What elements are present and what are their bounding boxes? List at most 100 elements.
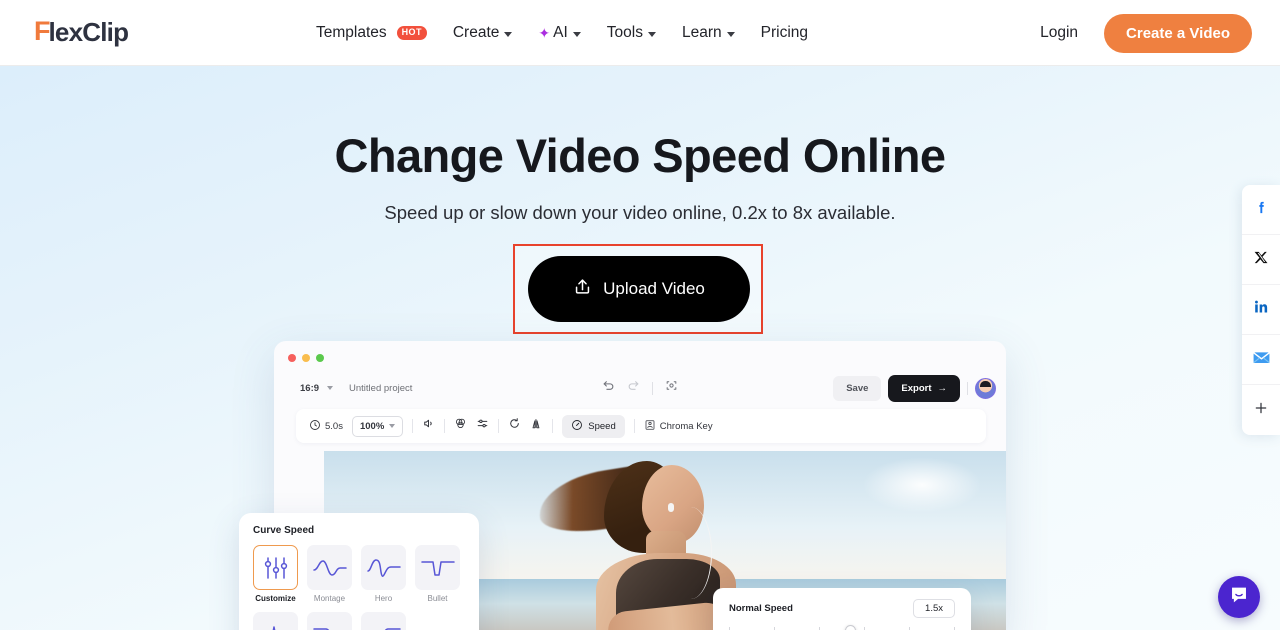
- curve-preset-flash-out[interactable]: Flash Out: [361, 612, 406, 630]
- chevron-down-icon: [572, 31, 581, 37]
- nav-label-tools: Tools: [606, 24, 643, 41]
- editor-tool-bar: 5.0s 100% Speed Chroma Key: [296, 409, 986, 443]
- curve-thumb-bullet: [415, 545, 460, 590]
- divider: [652, 381, 653, 395]
- nav-label-pricing: Pricing: [760, 24, 809, 41]
- nav-item-create[interactable]: Create: [453, 24, 513, 42]
- flip-icon[interactable]: [530, 417, 543, 435]
- curve-label-hero: Hero: [374, 594, 393, 603]
- aspect-ratio-value: 16:9: [300, 382, 320, 394]
- divider: [498, 419, 500, 433]
- adjust-sliders-icon[interactable]: [476, 417, 489, 435]
- email-icon: [1252, 348, 1271, 372]
- curve-preset-montage[interactable]: Montage: [307, 545, 352, 603]
- clip-duration[interactable]: 5.0s: [309, 419, 343, 434]
- curve-thumb-customize: [253, 545, 298, 590]
- chevron-down-icon: [647, 31, 656, 37]
- logo-wordmark: lexClip: [48, 16, 129, 47]
- divider: [552, 419, 554, 433]
- speed-tool-label: Speed: [588, 420, 616, 432]
- editor-top-bar: 16:9 Untitled project Save Export →: [274, 370, 1006, 406]
- curve-preset-customize[interactable]: Customize: [253, 545, 298, 603]
- close-icon: [288, 354, 296, 362]
- zoom-level-select[interactable]: 100%: [351, 415, 404, 437]
- x-twitter-icon: [1254, 250, 1269, 270]
- logo-mark-icon: F: [34, 16, 50, 46]
- maximize-icon: [316, 354, 324, 362]
- normal-speed-title: Normal Speed: [729, 603, 793, 614]
- slider-handle[interactable]: [845, 625, 856, 630]
- top-navigation-bar: F lexClip Templates HOT Create ✦ AI Tool…: [0, 0, 1280, 66]
- page-subtitle: Speed up or slow down your video online,…: [384, 202, 896, 223]
- clip-duration-value: 5.0s: [325, 420, 343, 432]
- curve-speed-title: Curve Speed: [253, 525, 315, 536]
- login-button[interactable]: Login: [1024, 16, 1094, 50]
- curve-label-bullet: Bullet: [427, 594, 448, 603]
- nav-item-tools[interactable]: Tools: [607, 24, 656, 42]
- volume-icon[interactable]: [422, 417, 435, 435]
- project-name[interactable]: Untitled project: [349, 383, 412, 394]
- upload-video-button[interactable]: Upload Video: [528, 256, 750, 322]
- redo-icon[interactable]: [627, 379, 640, 397]
- canvas-sun-glow: [862, 457, 982, 513]
- plus-icon: [1253, 400, 1269, 421]
- chroma-key-label: Chroma Key: [659, 420, 713, 432]
- nav-item-ai[interactable]: ✦ AI: [538, 24, 581, 42]
- editor-project-info: 16:9 Untitled project: [300, 383, 412, 394]
- curve-thumb-flash-in: [307, 612, 352, 630]
- chevron-down-icon: [726, 31, 735, 37]
- share-facebook-button[interactable]: [1242, 185, 1280, 235]
- chroma-key-icon: [644, 419, 656, 434]
- linkedin-icon: [1253, 299, 1269, 320]
- chevron-down-icon: [504, 31, 513, 37]
- chevron-down-icon[interactable]: [327, 386, 334, 390]
- rotate-icon[interactable]: [508, 417, 521, 435]
- curve-thumb-flash-out: [361, 612, 406, 630]
- curve-preset-bullet[interactable]: Bullet: [415, 545, 460, 603]
- curve-preset-flash-in[interactable]: Flash In: [307, 612, 352, 630]
- nav-label-templates: Templates: [316, 24, 387, 41]
- page-title: Change Video Speed Online: [334, 129, 947, 182]
- curve-thumb-jump-cut: [253, 612, 298, 630]
- focus-frame-icon[interactable]: [665, 379, 678, 397]
- editor-actions: Save Export →: [833, 374, 996, 402]
- share-x-button[interactable]: [1242, 235, 1280, 285]
- divider: [412, 419, 414, 433]
- sparkle-icon: ✦: [538, 24, 551, 41]
- nav-item-pricing[interactable]: Pricing: [761, 24, 808, 42]
- chat-widget-button[interactable]: [1218, 576, 1260, 618]
- nav-item-learn[interactable]: Learn: [682, 24, 735, 42]
- speed-value-field[interactable]: 1.5x: [913, 599, 955, 618]
- share-more-button[interactable]: [1242, 385, 1280, 435]
- arrow-right-icon: →: [937, 382, 948, 394]
- upload-button-label: Upload Video: [603, 279, 705, 298]
- nav-label-learn: Learn: [681, 24, 722, 41]
- chroma-key-button[interactable]: Chroma Key: [644, 419, 713, 434]
- nav-item-templates[interactable]: Templates HOT: [316, 24, 427, 42]
- curve-thumb-hero: [361, 545, 406, 590]
- curve-preset-jump-cut[interactable]: Jump Cut: [253, 612, 298, 630]
- save-button[interactable]: Save: [833, 375, 882, 401]
- speed-tool-button[interactable]: Speed: [562, 414, 625, 438]
- export-button[interactable]: Export →: [888, 374, 960, 402]
- export-label: Export: [901, 382, 932, 394]
- window-traffic-lights: [288, 354, 324, 362]
- curve-preset-hero[interactable]: Hero: [361, 545, 406, 603]
- divider: [633, 419, 635, 433]
- undo-icon[interactable]: [602, 379, 615, 397]
- minimize-icon: [302, 354, 310, 362]
- chat-bubble-icon: [1228, 584, 1250, 611]
- color-filter-icon[interactable]: [454, 417, 467, 435]
- hot-badge: HOT: [396, 26, 427, 40]
- share-email-button[interactable]: [1242, 335, 1280, 385]
- clock-icon: [309, 419, 321, 434]
- flexclip-logo[interactable]: F lexClip: [34, 16, 129, 47]
- curve-label-montage: Montage: [313, 594, 346, 603]
- create-a-video-button[interactable]: Create a Video: [1104, 13, 1252, 53]
- avatar[interactable]: [975, 377, 996, 399]
- facebook-icon: [1253, 199, 1270, 221]
- share-linkedin-button[interactable]: [1242, 285, 1280, 335]
- editor-history-controls: [602, 379, 678, 397]
- zoom-level-value: 100%: [359, 420, 385, 432]
- speedometer-icon: [571, 419, 583, 434]
